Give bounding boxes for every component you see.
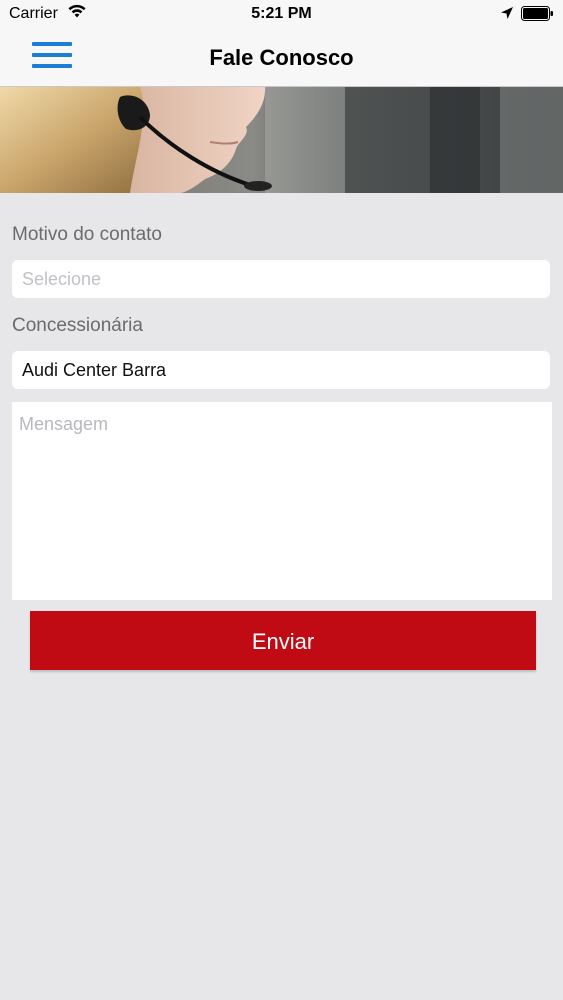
mensagem-textarea[interactable]: Mensagem bbox=[12, 402, 552, 600]
concessionaria-label: Concessionária bbox=[12, 315, 143, 336]
concessionaria-field[interactable]: Audi Center Barra bbox=[12, 351, 550, 389]
motivo-label: Motivo do contato bbox=[12, 224, 162, 245]
clock-time: 5:21 PM bbox=[251, 5, 312, 22]
page-title: Fale Conosco bbox=[209, 45, 354, 70]
navigation-bar: Fale Conosco bbox=[0, 30, 563, 87]
status-bar: Carrier 5:21 PM bbox=[0, 0, 563, 30]
battery-icon bbox=[521, 6, 553, 21]
support-agent-banner-image bbox=[0, 87, 563, 193]
enviar-button[interactable]: Enviar bbox=[30, 611, 536, 670]
location-arrow-icon bbox=[501, 7, 513, 19]
motivo-select-field[interactable]: Selecione bbox=[12, 260, 550, 298]
